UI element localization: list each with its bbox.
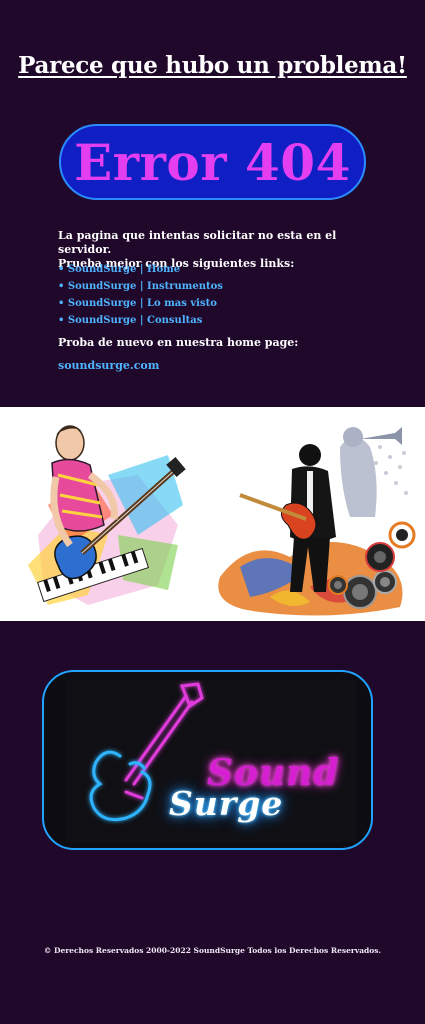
link-instrumentos[interactable]: • SoundSurge | Instrumentos xyxy=(58,281,223,292)
error-page: Parece que hubo un problema! Error 404 L… xyxy=(0,0,425,1024)
logo-background: Sound Surge xyxy=(66,680,356,842)
logo-word-surge: Surge xyxy=(169,784,284,823)
link-item: • SoundSurge | Instrumentos xyxy=(58,281,378,298)
illustration-band xyxy=(0,407,425,621)
bass-guitarist-illustration xyxy=(28,425,186,605)
error-code: Error 404 xyxy=(74,132,351,192)
suggested-links: • SoundSurge | Home • SoundSurge | Instr… xyxy=(58,264,378,332)
footer-copyright: © Derechos Reservados 2000-2022 SoundSur… xyxy=(43,946,382,955)
error-badge: Error 404 xyxy=(59,124,366,200)
link-consultas[interactable]: • SoundSurge | Consultas xyxy=(58,315,202,326)
link-item: • SoundSurge | Home xyxy=(58,264,378,281)
link-lo-mas-visto[interactable]: • SoundSurge | Lo mas visto xyxy=(58,298,217,309)
rock-guitarist-illustration xyxy=(218,427,416,616)
home-page-link[interactable]: soundsurge.com xyxy=(58,359,159,372)
link-item: • SoundSurge | Consultas xyxy=(58,315,378,332)
error-message-line1: La pagina que intentas solicitar no esta… xyxy=(58,229,337,256)
page-headline: Parece que hubo un problema! xyxy=(18,52,407,79)
link-home[interactable]: • SoundSurge | Home xyxy=(58,264,180,275)
soundsurge-logo[interactable]: Sound Surge xyxy=(42,670,373,850)
link-item: • SoundSurge | Lo mas visto xyxy=(58,298,378,315)
retry-text: Proba de nuevo en nuestra home page: xyxy=(58,336,299,349)
